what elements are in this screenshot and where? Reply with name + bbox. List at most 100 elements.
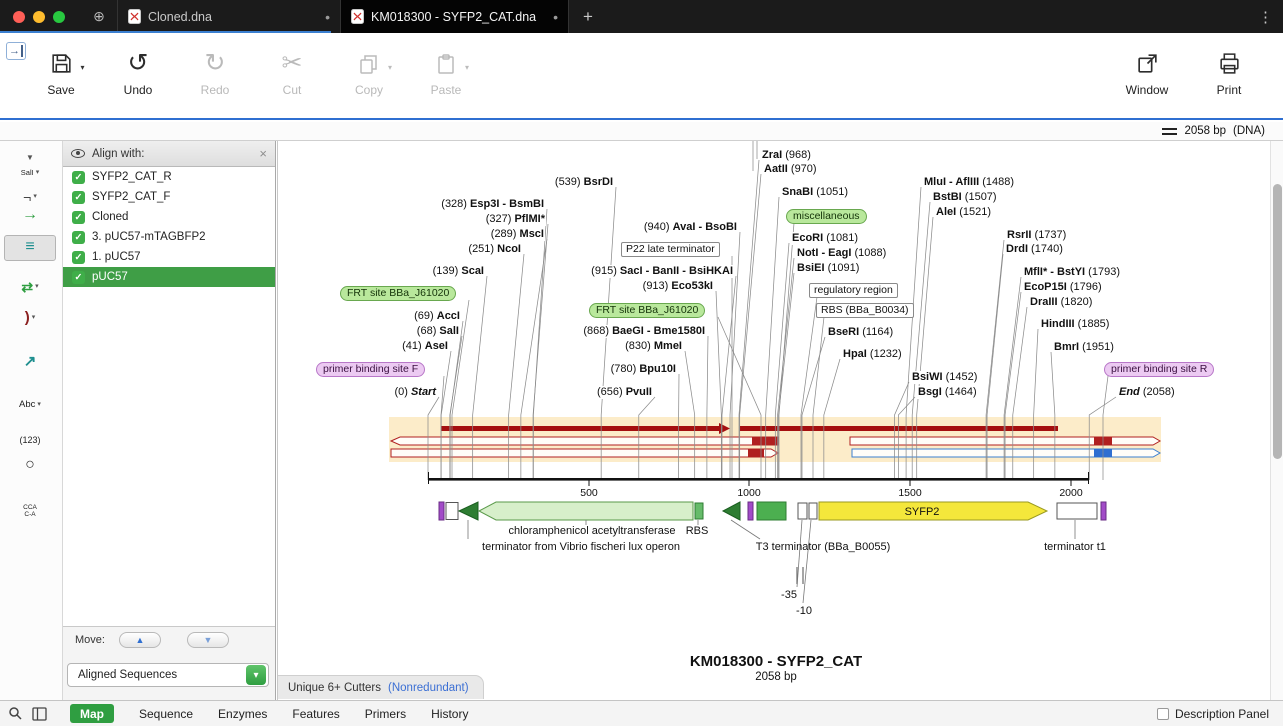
- enzyme-label[interactable]: SnaBI (1051): [781, 186, 849, 199]
- tab-sequence[interactable]: Sequence: [139, 707, 193, 721]
- feature-site-label[interactable]: FRT site BBa_J61020: [589, 303, 705, 318]
- trna-tool[interactable]: CCA C-A: [4, 500, 56, 526]
- enzyme-label[interactable]: (868) BaeGI - Bme1580I: [582, 325, 706, 338]
- enzyme-label[interactable]: (289) MscI: [490, 228, 545, 241]
- strand-swap-tool[interactable]: ⇄▾: [4, 275, 56, 301]
- feature-site-label[interactable]: FRT site BBa_J61020: [340, 286, 456, 301]
- map-canvas[interactable]: 500100015002000 SYFP2: [282, 141, 1270, 699]
- collapse-sidebar-button[interactable]: →: [6, 42, 26, 60]
- enzyme-label[interactable]: MflI* - BstYI (1793): [1023, 266, 1121, 279]
- align-item-syfp2-cat-f[interactable]: ✓ SYFP2_CAT_F: [63, 187, 275, 207]
- tab-features[interactable]: Features: [292, 707, 339, 721]
- description-panel-toggle[interactable]: Description Panel: [1157, 707, 1269, 721]
- close-window-button[interactable]: [13, 11, 25, 23]
- feature-site-label[interactable]: regulatory region: [809, 283, 898, 298]
- cut-button[interactable]: ✂ Cut: [260, 42, 324, 97]
- side-panel-icon[interactable]: [32, 707, 47, 721]
- enzyme-label[interactable]: (251) NcoI: [467, 243, 522, 256]
- tab-primers[interactable]: Primers: [365, 707, 406, 721]
- enzyme-label[interactable]: (69) AccI: [413, 310, 461, 323]
- map-view[interactable]: 500100015002000 SYFP2: [277, 141, 1270, 700]
- enzyme-label[interactable]: (656) PvuII: [596, 386, 653, 399]
- enzyme-label[interactable]: BstBI (1507): [932, 191, 998, 204]
- enzyme-label[interactable]: (41) AseI: [401, 340, 449, 353]
- checkbox-checked-icon[interactable]: ✓: [72, 171, 85, 184]
- vertical-scrollbar[interactable]: [1270, 141, 1283, 700]
- checkbox-checked-icon[interactable]: ✓: [72, 251, 85, 264]
- checkbox-checked-icon[interactable]: ✓: [72, 191, 85, 204]
- enzyme-label[interactable]: (139) ScaI: [432, 265, 485, 278]
- search-icon[interactable]: [8, 706, 23, 721]
- window-button[interactable]: Window: [1115, 42, 1179, 97]
- align-item-syfp2-cat-r[interactable]: ✓ SYFP2_CAT_R: [63, 167, 275, 187]
- minimize-window-button[interactable]: [33, 11, 45, 23]
- circular-view-tool[interactable]: ○: [4, 454, 56, 480]
- cutters-bar[interactable]: Unique 6+ Cutters (Nonredundant): [278, 675, 484, 699]
- align-item-puc57-mtagbfp2[interactable]: ✓ 3. pUC57-mTAGBFP2: [63, 227, 275, 247]
- save-button[interactable]: ▾ Save: [29, 42, 93, 97]
- dropdown-chevron-icon[interactable]: ▾: [246, 665, 266, 685]
- feature-site-label[interactable]: primer binding site R: [1104, 362, 1214, 377]
- enzyme-label[interactable]: AleI (1521): [935, 206, 992, 219]
- enzyme-label[interactable]: EcoRI (1081): [791, 232, 859, 245]
- tab-km018300[interactable]: KM018300 - SYFP2_CAT.dna •: [340, 0, 569, 33]
- tab-map[interactable]: Map: [70, 704, 114, 723]
- enzyme-label[interactable]: (780) Bpu10I: [610, 363, 677, 376]
- enzyme-label[interactable]: BsiEI (1091): [796, 262, 860, 275]
- scrollbar-thumb[interactable]: [1273, 184, 1282, 459]
- enzyme-label[interactable]: BsgI (1464): [917, 386, 978, 399]
- enzyme-label[interactable]: (940) AvaI - BsoBI: [643, 221, 738, 234]
- move-down-button[interactable]: ▼: [187, 632, 229, 648]
- feature-syfp2-label[interactable]: SYFP2: [905, 506, 940, 518]
- enzyme-label[interactable]: MluI - AflIII (1488): [923, 176, 1015, 189]
- align-item-1-puc57[interactable]: ✓ 1. pUC57: [63, 247, 275, 267]
- align-item-puc57-selected[interactable]: ✓ pUC57: [63, 267, 275, 287]
- enzyme-label[interactable]: NotI - EagI (1088): [796, 247, 887, 260]
- redo-button[interactable]: ↻ Redo: [183, 42, 247, 97]
- enzyme-label[interactable]: HindIII (1885): [1040, 318, 1110, 331]
- copy-button[interactable]: ▾ Copy: [337, 42, 401, 97]
- description-panel-checkbox[interactable]: [1157, 708, 1169, 720]
- overflow-menu-icon[interactable]: ⋮: [1258, 8, 1273, 26]
- feature-site-label[interactable]: miscellaneous: [786, 209, 867, 224]
- tab-cloned-dna[interactable]: Cloned.dna •: [117, 0, 340, 33]
- enzyme-label[interactable]: HpaI (1232): [842, 348, 903, 361]
- feature-site-label[interactable]: RBS (BBa_B0034): [816, 303, 914, 318]
- enzyme-label[interactable]: ZraI (968): [761, 149, 812, 162]
- close-icon[interactable]: ×: [259, 146, 267, 161]
- enzyme-label[interactable]: (328) Esp3I - BsmBI: [440, 198, 545, 211]
- new-tab-button[interactable]: +: [569, 7, 607, 27]
- numbering-tool[interactable]: (123): [4, 429, 56, 455]
- feature-site-label[interactable]: P22 late terminator: [621, 242, 720, 257]
- aligned-sequences-dropdown[interactable]: Aligned Sequences ▾: [67, 663, 269, 687]
- restriction-site-flag-tool[interactable]: SalI▾: [4, 161, 56, 187]
- enzyme-label[interactable]: End (2058): [1118, 386, 1176, 399]
- visibility-eye-icon[interactable]: [71, 149, 85, 158]
- enzyme-label[interactable]: (913) Eco53kI: [642, 280, 714, 293]
- enzyme-label[interactable]: RsrII (1737): [1006, 229, 1067, 242]
- enzyme-label[interactable]: (327) PflMI*: [485, 213, 546, 226]
- move-up-button[interactable]: ▲: [119, 632, 161, 648]
- enzyme-label[interactable]: DraIII (1820): [1029, 296, 1093, 309]
- tab-enzymes[interactable]: Enzymes: [218, 707, 267, 721]
- enzyme-label[interactable]: EcoP15I (1796): [1023, 281, 1103, 294]
- print-button[interactable]: Print: [1197, 42, 1261, 97]
- checkbox-checked-icon[interactable]: ✓: [72, 211, 85, 224]
- paste-button[interactable]: ▾ Paste: [414, 42, 478, 97]
- enzyme-label[interactable]: (0) Start: [393, 386, 437, 399]
- undo-button[interactable]: ↺ Undo: [106, 42, 170, 97]
- checkbox-checked-icon[interactable]: ✓: [72, 271, 85, 284]
- enzyme-label[interactable]: BmrI (1951): [1053, 341, 1115, 354]
- tab-history[interactable]: History: [431, 707, 468, 721]
- align-item-cloned[interactable]: ✓ Cloned: [63, 207, 275, 227]
- nonredundant-link[interactable]: (Nonredundant): [388, 682, 469, 694]
- enzyme-label[interactable]: (915) SacI - BanII - BsiHKAI: [590, 265, 734, 278]
- text-label-tool[interactable]: Abc▾: [4, 393, 56, 419]
- enzyme-label[interactable]: (830) MmeI: [624, 340, 683, 353]
- alignment-rows-tool[interactable]: ≡: [4, 235, 56, 261]
- enzyme-label[interactable]: (68) SalI: [416, 325, 460, 338]
- feature-site-label[interactable]: primer binding site F: [316, 362, 425, 377]
- enzyme-label[interactable]: (539) BsrDI: [554, 176, 614, 189]
- diagonal-measure-tool[interactable]: ↗: [4, 350, 56, 376]
- zoom-window-button[interactable]: [53, 11, 65, 23]
